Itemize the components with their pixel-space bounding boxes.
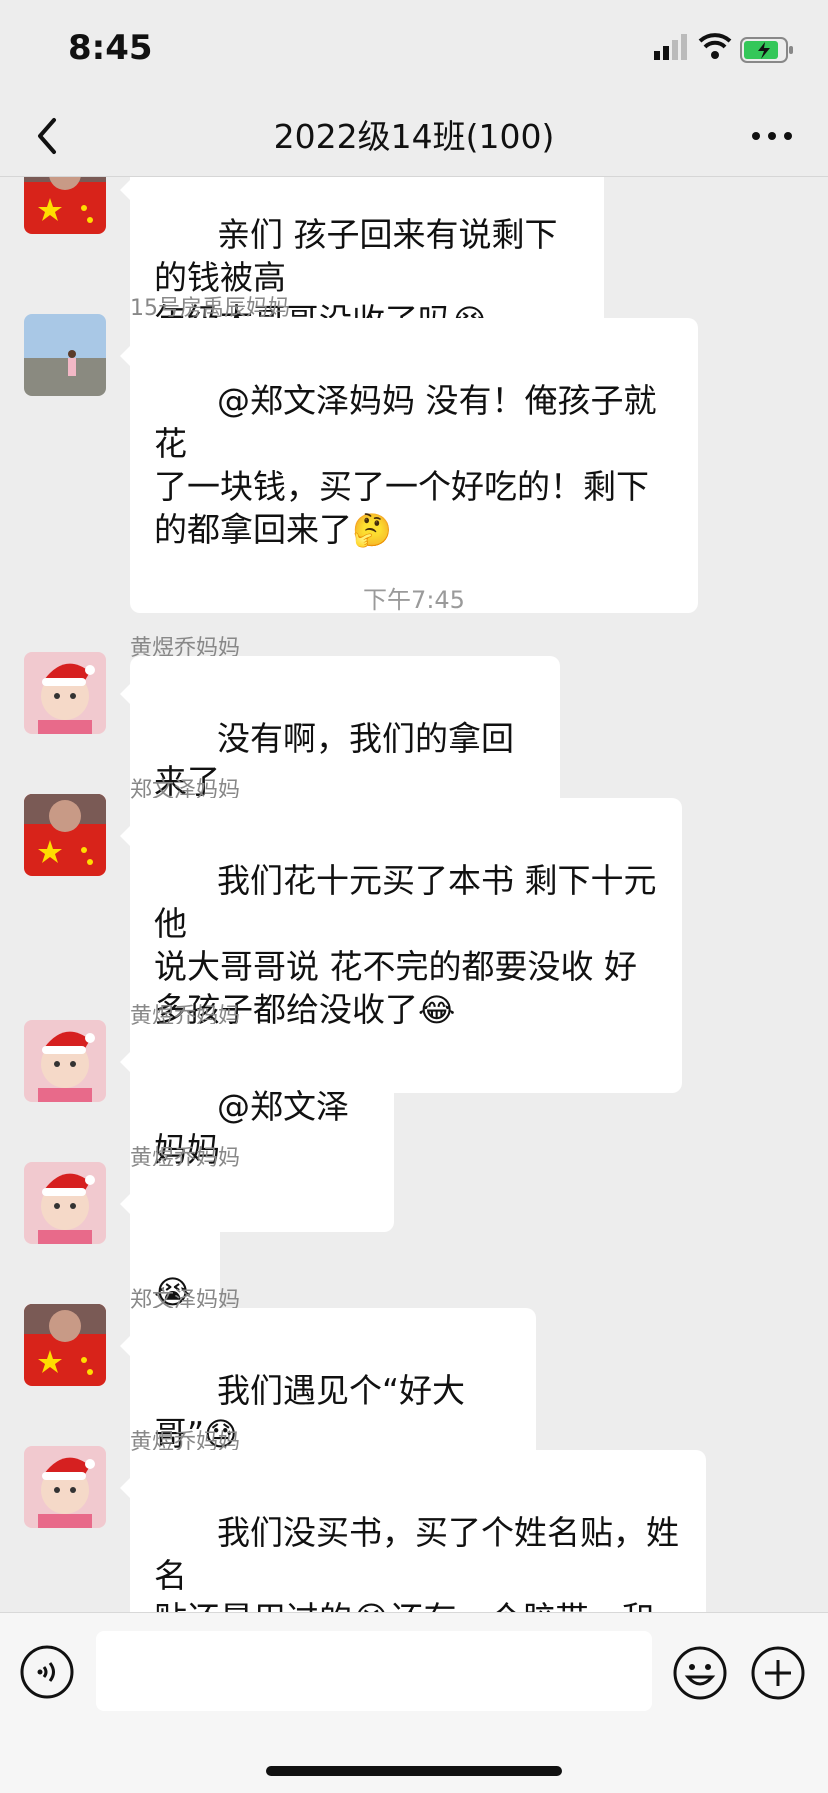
message-bubble[interactable]: @郑文泽妈妈 没有！俺孩子就花 了一块钱，买了一个好吃的！剩下 的都拿回来了🤔 [120, 318, 698, 613]
baby-santa-avatar-image [24, 1446, 106, 1528]
emoji-icon: 😂 [418, 991, 456, 1029]
chat-title: 2022级14班(100) [273, 117, 555, 156]
avatar[interactable] [24, 314, 106, 396]
battery-icon [740, 37, 793, 63]
message-bubble[interactable]: 我们没买书，买了个姓名贴，姓名 贴还是用过的😭还有一个胶带，和 一个印章。然后钱… [120, 1450, 706, 1612]
avatar[interactable] [24, 1162, 106, 1244]
flag-avatar-image [24, 794, 106, 876]
message-text: @郑文泽妈妈 没有！俺孩子就花 了一块钱，买了一个好吃的！剩下 的都拿回来了 [154, 381, 657, 549]
message-input[interactable] [96, 1631, 652, 1711]
flag-avatar-image [24, 176, 106, 234]
baby-santa-avatar-image [24, 1020, 106, 1102]
home-indicator[interactable] [266, 1766, 562, 1776]
plus-icon[interactable] [750, 1645, 806, 1701]
beach-avatar-image [24, 314, 106, 396]
emoji-icon: 🤔 [352, 511, 392, 549]
avatar[interactable] [24, 1304, 106, 1386]
more-icon[interactable] [748, 124, 796, 148]
wifi-icon [698, 33, 732, 59]
baby-santa-avatar-image [24, 1162, 106, 1244]
avatar[interactable] [24, 1446, 106, 1528]
timestamp: 下午7:45 [363, 586, 465, 614]
avatar[interactable] [24, 1020, 106, 1102]
nav-bar: 2022级14班(100) [0, 100, 828, 177]
emoji-icon[interactable] [672, 1645, 728, 1701]
status-bar: 8:45 [0, 0, 828, 100]
avatar[interactable] [24, 794, 106, 876]
chat-messages[interactable]: 亲们 孩子回来有说剩下的钱被高 年级大哥哥没收了吗😭 15号房禹辰妈妈 @郑文泽… [0, 176, 828, 1612]
flag-avatar-image [24, 1304, 106, 1386]
status-time: 8:45 [68, 28, 153, 68]
avatar[interactable] [24, 176, 106, 234]
baby-santa-avatar-image [24, 652, 106, 734]
avatar[interactable] [24, 652, 106, 734]
message-text: 我们没买书，买了个姓名贴，姓名 贴还是用过的😭还有一个胶带，和 一个印章。然后钱… [154, 1513, 679, 1612]
signal-icon [654, 34, 687, 60]
voice-icon[interactable] [20, 1645, 74, 1699]
input-bar [0, 1612, 828, 1793]
